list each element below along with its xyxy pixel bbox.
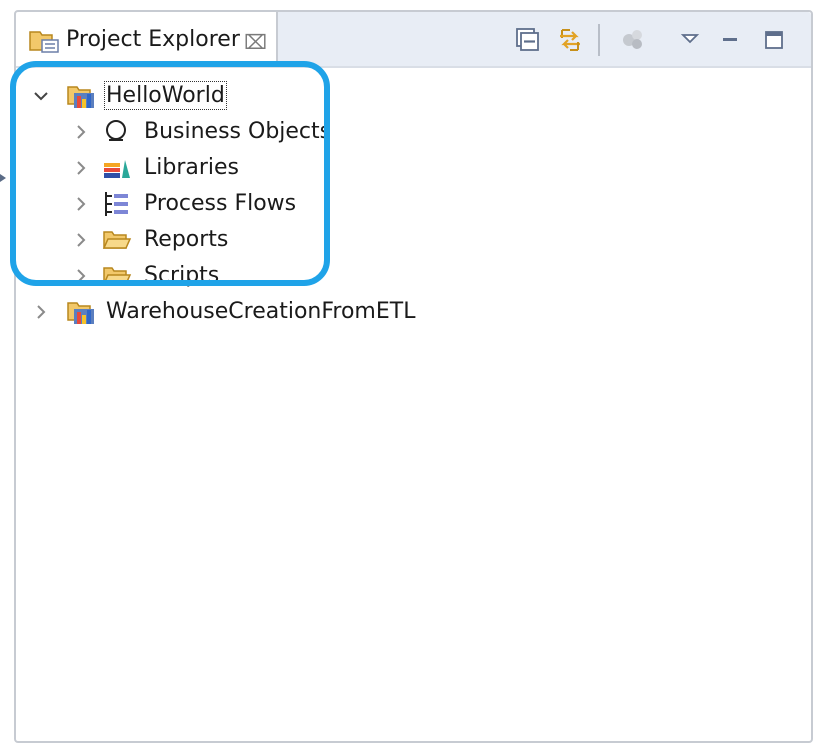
- tree-row-reports[interactable]: Reports: [16, 222, 336, 258]
- business-objects-icon: [102, 118, 132, 146]
- toolbar-separator: [598, 24, 600, 56]
- chevron-right-icon[interactable]: [72, 194, 90, 214]
- collapse-all-icon: [516, 28, 539, 51]
- tree-label: WarehouseCreationFromETL: [106, 299, 416, 324]
- folder-icon: [102, 262, 132, 290]
- maximize-button[interactable]: [760, 26, 788, 54]
- tree-label: Scripts: [144, 263, 220, 288]
- tree-row-helloworld[interactable]: HelloWorld: [16, 78, 336, 114]
- chevron-right-icon[interactable]: [72, 230, 90, 250]
- tree-row-scripts[interactable]: Scripts: [16, 258, 336, 294]
- maximize-icon: [765, 31, 783, 49]
- close-icon[interactable]: ⌧: [244, 30, 267, 54]
- minimize-button[interactable]: [716, 26, 744, 54]
- project-icon: [66, 298, 96, 326]
- link-with-editor-icon: [560, 29, 580, 51]
- tree-row-libraries[interactable]: Libraries: [16, 150, 336, 186]
- filters-icon: [623, 30, 642, 49]
- folder-icon: [102, 226, 132, 254]
- project-explorer-icon: [29, 31, 59, 53]
- view-menu-button[interactable]: [676, 26, 704, 54]
- tree-label: HelloWorld: [104, 81, 227, 110]
- chevron-down-icon[interactable]: [32, 86, 50, 106]
- process-flows-icon: [102, 190, 132, 218]
- project-explorer-view: Project Explorer ⌧ HelloWorld Business O…: [14, 10, 813, 743]
- tree-label: Reports: [144, 227, 229, 252]
- tab-project-explorer[interactable]: Project Explorer ⌧: [16, 12, 278, 66]
- chevron-right-icon[interactable]: [32, 302, 50, 322]
- view-menu-icon: [680, 34, 700, 44]
- tree-label: Business Objects: [144, 119, 332, 144]
- tree-label: Libraries: [144, 155, 240, 180]
- chevron-right-icon[interactable]: [72, 158, 90, 178]
- chevron-right-icon[interactable]: [72, 266, 90, 286]
- filters-button[interactable]: [620, 26, 648, 54]
- tree-row-process-flows[interactable]: Process Flows: [16, 186, 336, 222]
- tree-row-business-objects[interactable]: Business Objects: [16, 114, 336, 150]
- tree-row-warehousecreationfrometl[interactable]: WarehouseCreationFromETL: [16, 294, 436, 330]
- chevron-right-icon[interactable]: [72, 122, 90, 142]
- libraries-icon: [102, 154, 132, 182]
- tab-label: Project Explorer: [66, 27, 240, 52]
- project-tree: HelloWorld Business Objects Libraries Pr…: [16, 68, 811, 741]
- collapse-all-button[interactable]: [512, 26, 540, 54]
- project-icon: [66, 82, 96, 110]
- left-edge-arrow: [0, 174, 6, 182]
- minimize-icon: [723, 38, 737, 41]
- view-tab-bar: Project Explorer ⌧: [16, 12, 811, 68]
- link-with-editor-button[interactable]: [556, 26, 584, 54]
- tree-label: Process Flows: [144, 191, 297, 216]
